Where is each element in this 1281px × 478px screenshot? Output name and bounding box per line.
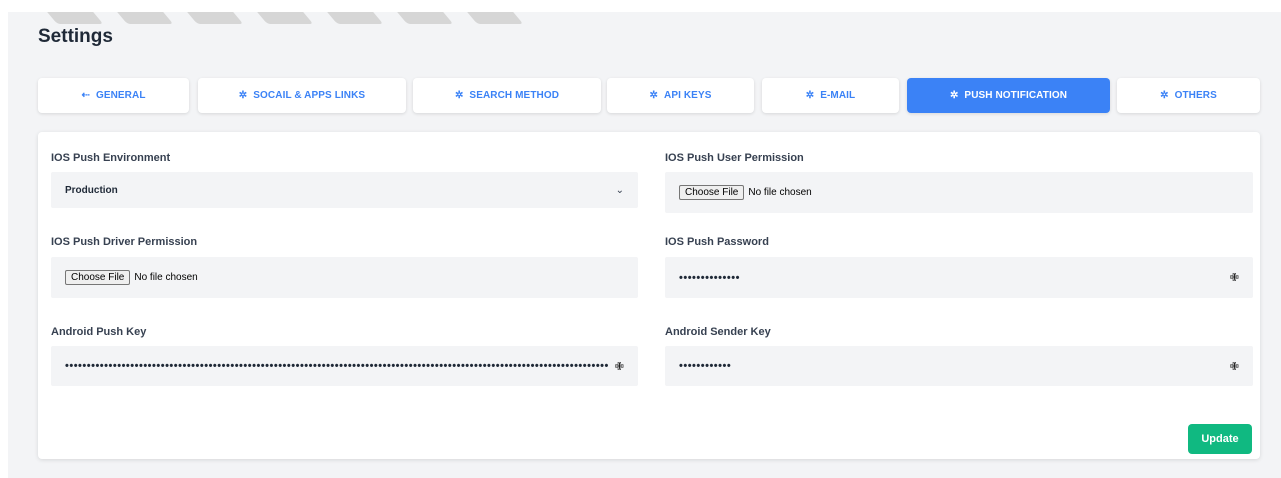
update-button[interactable]: Update	[1188, 424, 1252, 454]
choose-file-button[interactable]: Choose File	[65, 270, 131, 285]
gear-icon: ✲	[949, 90, 959, 101]
tab-social-apps-links[interactable]: ✲ SOCAIL & APPS LINKS	[198, 78, 406, 113]
settings-page: Settings ⇠ GENERAL ✲ SOCAIL & APPS LINKS…	[8, 12, 1281, 478]
file-status: No file chosen	[134, 272, 198, 283]
choose-file-button[interactable]: Choose File	[679, 185, 745, 200]
tab-label: SEARCH METHOD	[469, 90, 560, 101]
gear-icon: ✲	[454, 90, 464, 101]
gear-icon: ✲	[649, 90, 658, 101]
password-value: ••••••••••••	[679, 360, 732, 372]
eye-slash-icon[interactable]: ✙	[615, 360, 624, 373]
tab-label: PUSH NOTIFICATION	[964, 90, 1068, 101]
password-value: ••••••••••••••••••••••••••••••••••••••••…	[65, 360, 609, 372]
ios-push-environment-select[interactable]: Production ⌄	[51, 172, 638, 208]
tab-email[interactable]: ✲ E-MAIL	[762, 78, 899, 113]
arrow-left-icon: ⇠	[81, 90, 90, 101]
ios-push-driver-permission-label: IOS Push Driver Permission	[51, 236, 198, 248]
gear-icon: ✲	[805, 90, 815, 101]
tab-api-keys[interactable]: ✲ API KEYS	[607, 78, 754, 113]
file-status: No file chosen	[748, 187, 812, 198]
gear-icon: ✲	[1160, 90, 1169, 101]
android-sender-key-label: Android Sender Key	[665, 326, 771, 338]
tab-label: SOCAIL & APPS LINKS	[253, 90, 366, 101]
push-notification-form: IOS Push Environment Production ⌄ IOS Pu…	[38, 132, 1260, 459]
android-sender-key-field[interactable]: •••••••••••• ✙	[665, 346, 1253, 386]
tab-label: E-MAIL	[820, 90, 856, 101]
ios-push-user-permission-label: IOS Push User Permission	[665, 152, 804, 164]
ios-push-user-permission-file-input: Choose File No file chosen	[665, 172, 1253, 213]
tab-label: GENERAL	[95, 90, 146, 101]
tab-search-method[interactable]: ✲ SEARCH METHOD	[413, 78, 601, 113]
eye-slash-icon[interactable]: ✙	[1230, 271, 1239, 284]
ios-push-driver-permission-file-input: Choose File No file chosen	[51, 257, 638, 298]
decorative-stripes	[8, 12, 528, 26]
android-push-key-label: Android Push Key	[51, 326, 147, 338]
chevron-down-icon: ⌄	[615, 184, 624, 196]
eye-slash-icon[interactable]: ✙	[1230, 360, 1239, 373]
password-value: ••••••••••••••	[679, 271, 740, 284]
tab-push-notification[interactable]: ✲ PUSH NOTIFICATION	[907, 78, 1110, 113]
gear-icon: ✲	[238, 90, 248, 101]
ios-push-password-field[interactable]: •••••••••••••• ✙	[665, 257, 1253, 298]
tab-general[interactable]: ⇠ GENERAL	[38, 78, 189, 113]
selected-value: Production	[65, 184, 118, 196]
tab-others[interactable]: ✲ OTHERS	[1117, 78, 1260, 113]
android-push-key-field[interactable]: ••••••••••••••••••••••••••••••••••••••••…	[51, 346, 638, 386]
settings-tabs: ⇠ GENERAL ✲ SOCAIL & APPS LINKS ✲ SEARCH…	[38, 78, 1260, 113]
tab-label: OTHERS	[1174, 90, 1217, 101]
ios-push-environment-label: IOS Push Environment	[51, 152, 171, 164]
ios-push-password-label: IOS Push Password	[665, 236, 769, 248]
page-title: Settings	[38, 26, 113, 47]
tab-label: API KEYS	[664, 90, 712, 101]
